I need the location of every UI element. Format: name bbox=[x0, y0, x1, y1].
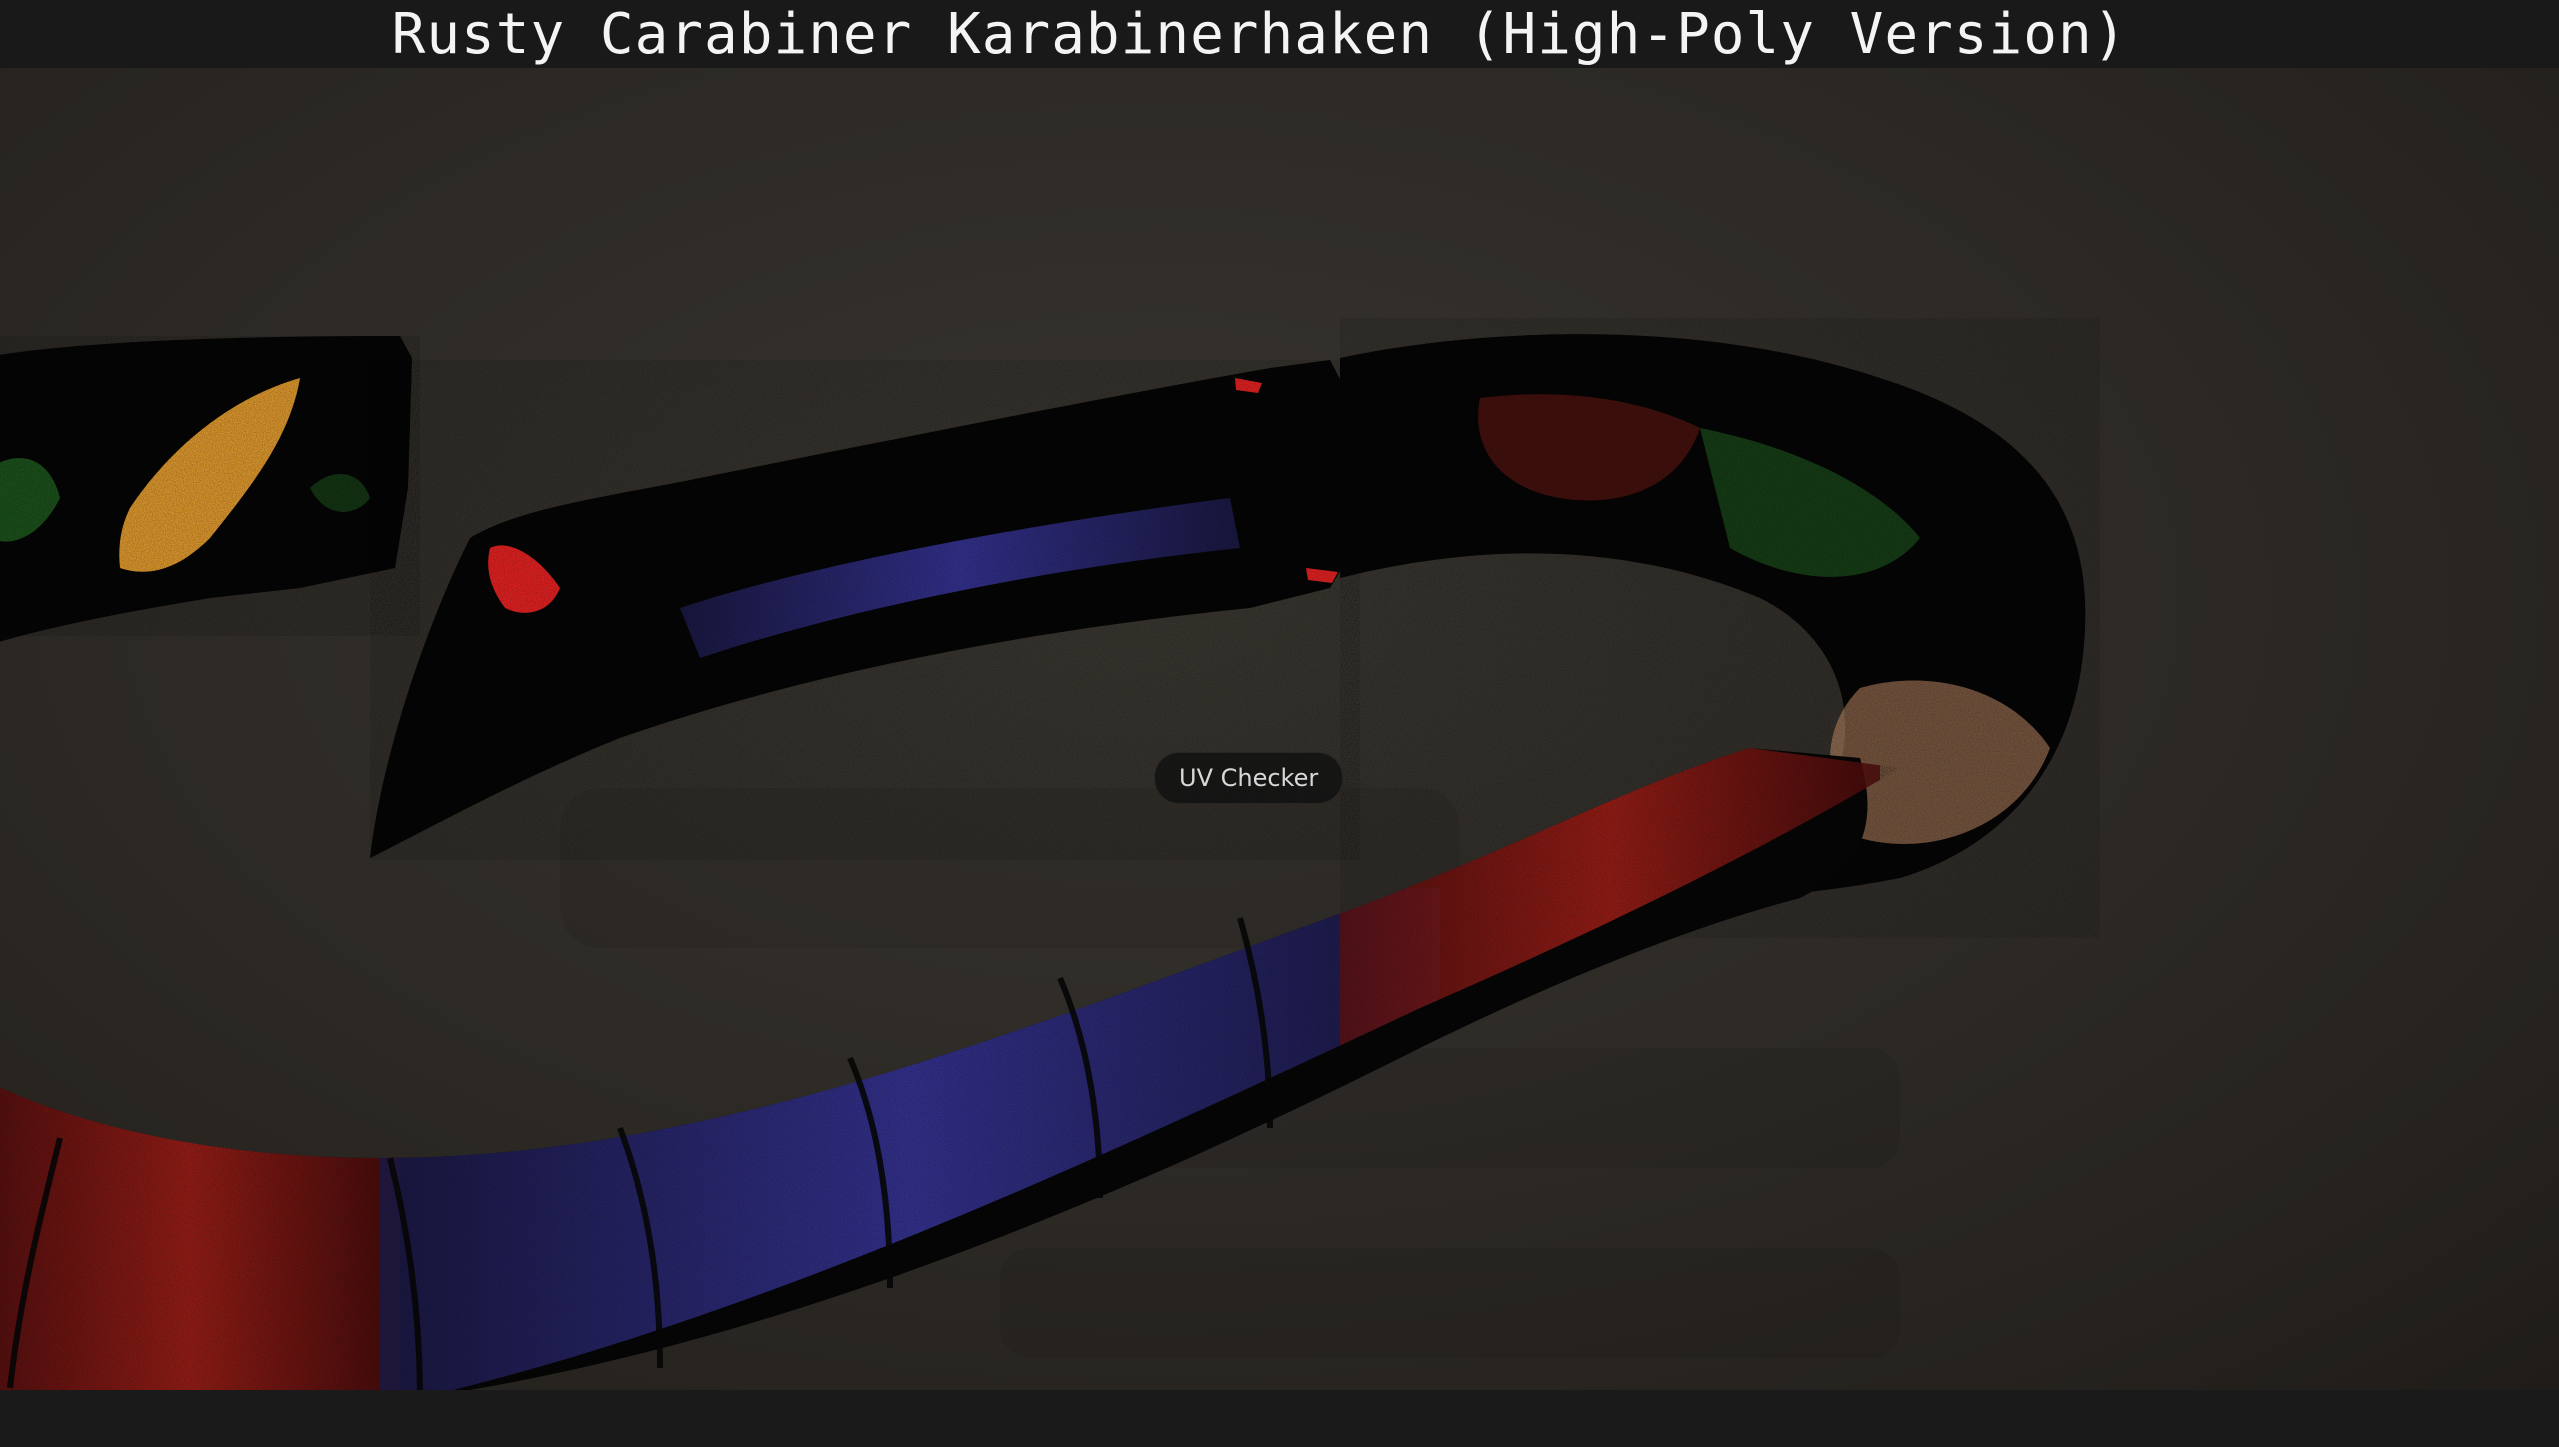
uv-checker-label[interactable]: UV Checker bbox=[1154, 752, 1344, 804]
app-window: Rusty Carabiner Karabinerhaken (High-Pol… bbox=[0, 0, 2559, 1447]
bottom-bar bbox=[0, 1390, 2559, 1447]
carabiner-model[interactable] bbox=[0, 68, 2559, 1390]
3d-viewport[interactable]: UV Checker bbox=[0, 68, 2559, 1390]
title-bar: Rusty Carabiner Karabinerhaken (High-Pol… bbox=[0, 0, 2559, 68]
left-hook-segment bbox=[0, 336, 420, 642]
window-title: Rusty Carabiner Karabinerhaken (High-Pol… bbox=[391, 1, 2128, 67]
